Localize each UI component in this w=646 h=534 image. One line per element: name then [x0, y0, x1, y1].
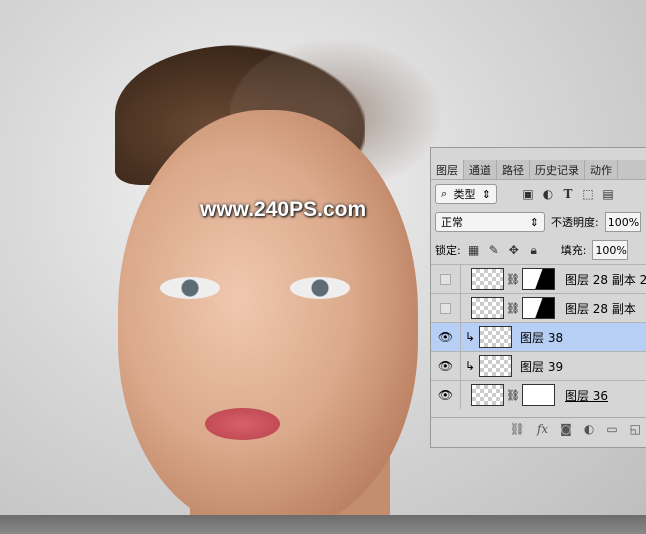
- tab-actions[interactable]: 动作: [585, 160, 618, 179]
- left-eye: [160, 277, 220, 299]
- search-icon: ⌕: [441, 187, 448, 200]
- filter-row: ⌕ 类型 ⇕ ▣ ◐ T ⬚ ▤: [431, 180, 646, 208]
- eye-icon[interactable]: 👁︎: [438, 388, 453, 402]
- layer-mask-thumbnail[interactable]: [521, 384, 555, 406]
- link-icon[interactable]: ⛓: [506, 302, 520, 315]
- opacity-label: 不透明度:: [551, 216, 599, 229]
- layer-name: 图层 39: [520, 359, 564, 374]
- new-layer-icon[interactable]: ◱: [630, 422, 641, 436]
- blend-row: 正常 ⇕ 不透明度: 100%: [431, 208, 646, 236]
- fill-input[interactable]: 100%: [592, 240, 629, 260]
- layer-row-selected[interactable]: 👁︎ ↳ 图层 38: [431, 322, 646, 351]
- tab-channels[interactable]: 通道: [464, 160, 497, 179]
- tab-history[interactable]: 历史记录: [530, 160, 585, 179]
- layer-thumbnail: [471, 384, 504, 406]
- link-icon[interactable]: ⛓: [506, 389, 520, 402]
- fx-icon[interactable]: fx: [537, 422, 548, 436]
- image-filter-icon[interactable]: ▣: [521, 187, 535, 201]
- visibility-toggle[interactable]: [440, 302, 451, 314]
- shape-filter-icon[interactable]: ⬚: [581, 187, 595, 201]
- layer-thumbnail: [479, 355, 512, 377]
- lock-position-move-icon[interactable]: ✥: [507, 243, 521, 257]
- layer-row[interactable]: 👁︎ ⛓ 图层 36: [431, 380, 646, 409]
- layer-name: 图层 28 副本: [564, 301, 636, 316]
- panel-tabs: 图层 通道 路径 历史记录 动作: [431, 160, 646, 180]
- lock-transparent-icon[interactable]: ▦: [467, 243, 481, 257]
- layer-name: 图层 38: [520, 330, 564, 345]
- layer-thumbnail: [479, 326, 512, 348]
- layer-thumbnail: [471, 297, 504, 319]
- lips: [205, 408, 280, 440]
- updown-icon: ⇕: [481, 187, 491, 201]
- layer-name: 图层 28 副本 2: [564, 272, 646, 287]
- blend-mode-select[interactable]: 正常 ⇕: [435, 212, 545, 232]
- adjustment-filter-icon[interactable]: ◐: [541, 187, 555, 201]
- fill-label: 填充:: [560, 244, 587, 257]
- opacity-input[interactable]: 100%: [604, 212, 641, 232]
- layer-row[interactable]: ⛓ 图层 28 副本: [431, 293, 646, 322]
- link-layers-icon[interactable]: ⛓: [510, 422, 525, 436]
- new-group-folder-icon[interactable]: ▭: [606, 422, 617, 436]
- adjustment-layer-icon[interactable]: ◐: [584, 422, 594, 436]
- layer-mask-thumbnail[interactable]: [521, 268, 555, 290]
- eye-icon[interactable]: 👁︎: [438, 359, 453, 373]
- layer-mask-thumbnail[interactable]: [521, 297, 555, 319]
- link-icon[interactable]: ⛓: [506, 273, 520, 286]
- status-bar: [0, 515, 646, 534]
- layer-thumbnail: [471, 268, 504, 290]
- lock-row: 锁定: ▦ ✎ ✥ 🔒︎ 填充: 100%: [431, 236, 646, 264]
- lock-image-brush-icon[interactable]: ✎: [487, 243, 501, 257]
- eye-icon[interactable]: 👁︎: [438, 330, 453, 344]
- face: [118, 110, 418, 515]
- layer-list: ⛓ 图层 28 副本 2 ⛓ 图层 28 副本 👁︎ ↳ 图层 38 👁︎ ↳ …: [431, 264, 646, 409]
- right-eye: [290, 277, 350, 299]
- clipping-arrow-icon: ↳: [464, 359, 476, 373]
- add-mask-icon[interactable]: ◙: [560, 422, 572, 436]
- tab-layers[interactable]: 图层: [431, 160, 464, 179]
- lock-label: 锁定:: [435, 244, 461, 257]
- layers-panel: 图层 通道 路径 历史记录 动作 ⌕ 类型 ⇕ ▣ ◐ T ⬚ ▤ 正常 ⇕ 不透明度…: [430, 147, 646, 448]
- lock-all-icon[interactable]: 🔒︎: [527, 243, 541, 258]
- tab-paths[interactable]: 路径: [497, 160, 530, 179]
- clipping-arrow-icon: ↳: [464, 330, 476, 344]
- watermark: www.240PS.com: [200, 198, 367, 221]
- updown-icon: ⇕: [529, 215, 539, 229]
- layer-row[interactable]: ⛓ 图层 28 副本 2: [431, 264, 646, 293]
- layer-row[interactable]: 👁︎ ↳ 图层 39: [431, 351, 646, 380]
- visibility-toggle[interactable]: [440, 273, 451, 285]
- layer-name: 图层 36: [564, 388, 609, 403]
- smart-object-filter-icon[interactable]: ▤: [601, 187, 615, 201]
- layers-toolbar: ⛓ fx ◙ ◐ ▭ ◱: [431, 417, 646, 439]
- type-filter-icon[interactable]: T: [561, 187, 575, 201]
- filter-kind-select[interactable]: ⌕ 类型 ⇕: [435, 184, 497, 204]
